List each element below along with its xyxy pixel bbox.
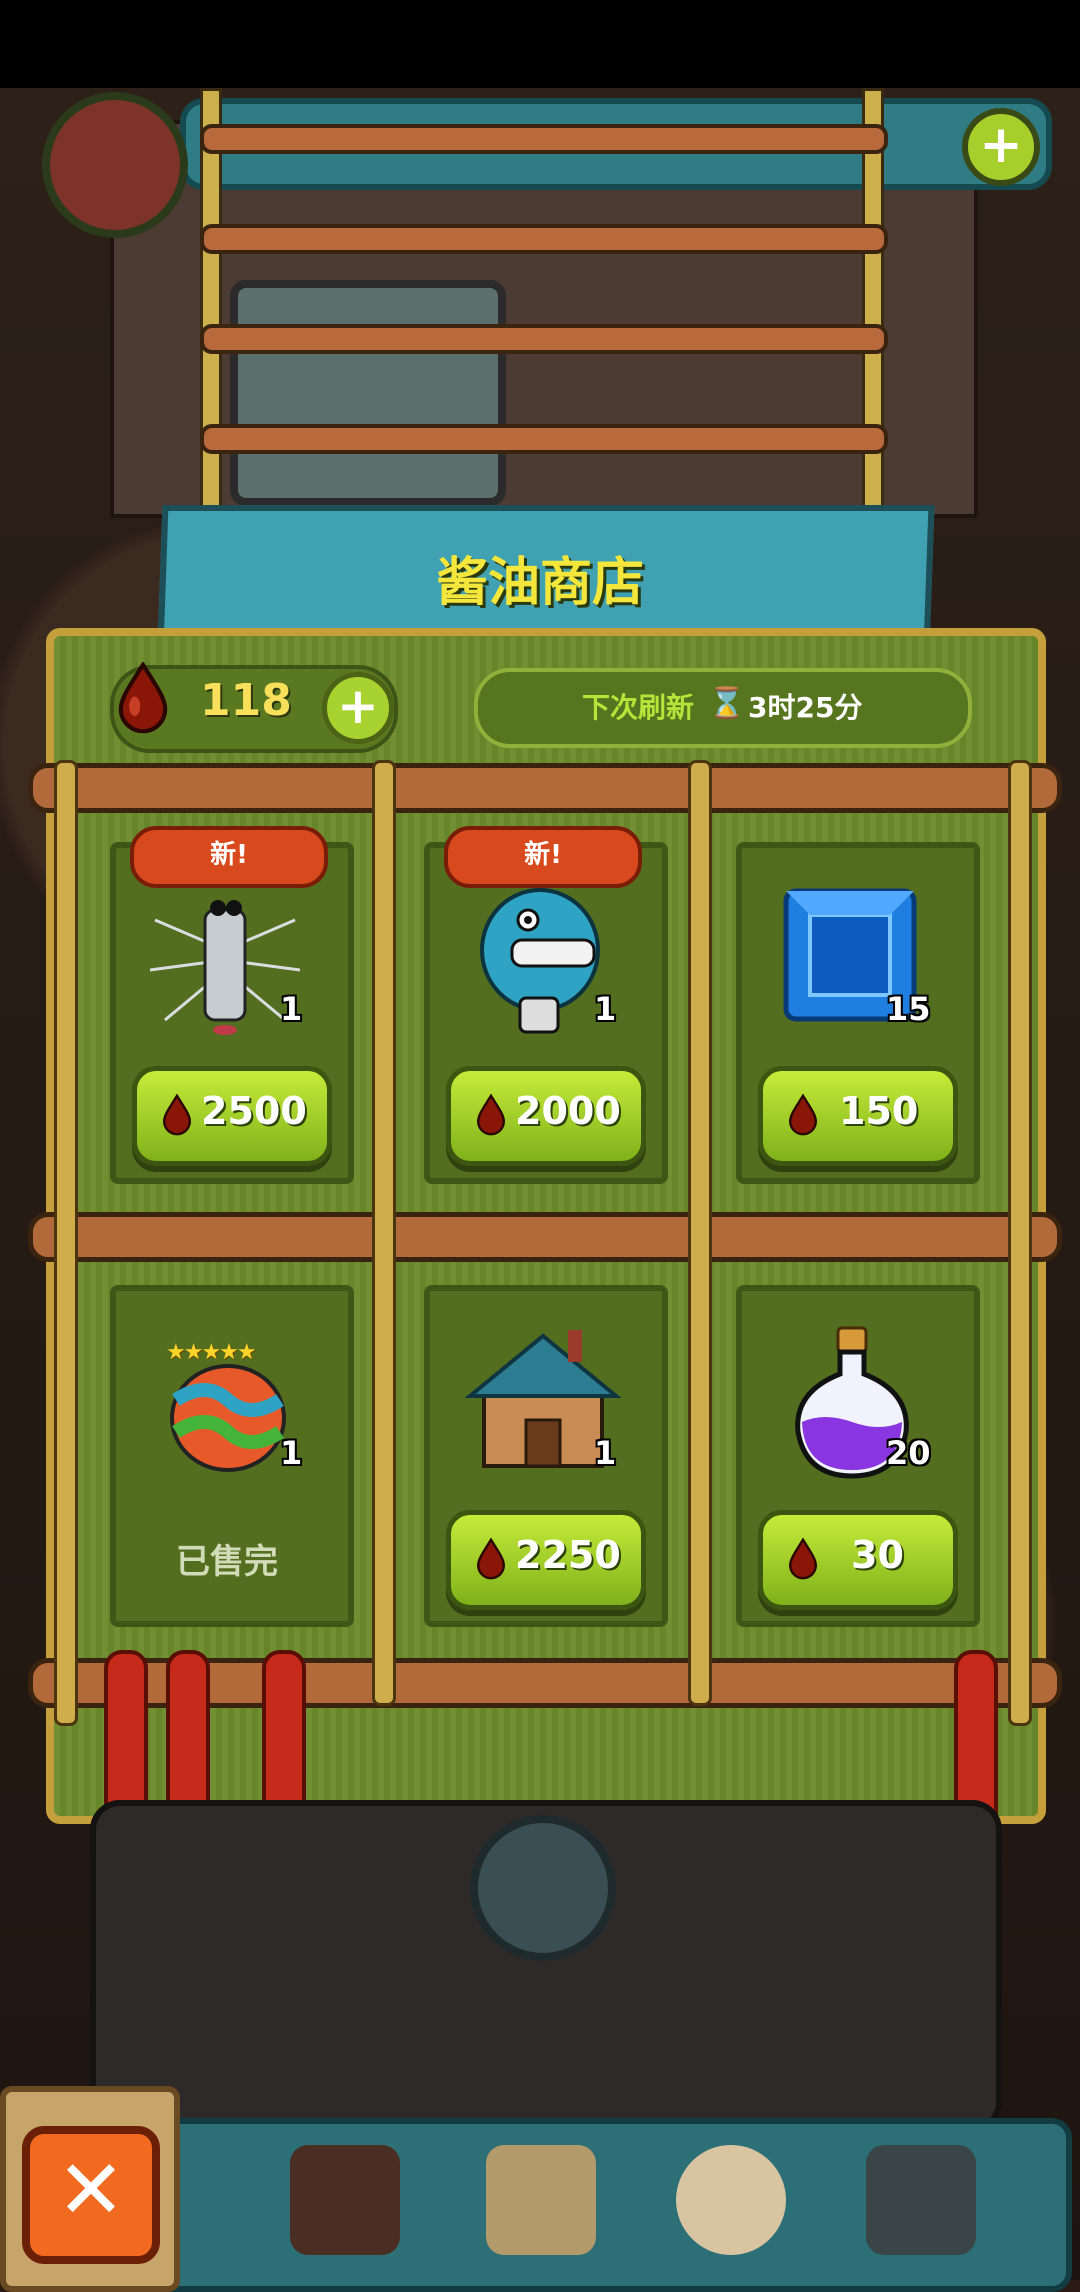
currency-amount: 118 (200, 675, 292, 726)
shelf-post (54, 760, 78, 1726)
item-quantity: 1 (594, 990, 617, 1028)
soy-drop-icon (476, 1537, 506, 1580)
gear-icon (470, 1815, 616, 1961)
item-quantity: 20 (886, 1434, 931, 1472)
spiky-monster-icon (150, 900, 300, 1035)
ladder-rung (200, 224, 888, 254)
fish-monster-icon (480, 888, 600, 1034)
price-label: 2250 (515, 1533, 621, 1577)
egg-icon (170, 1364, 286, 1472)
item-quantity: 15 (886, 990, 931, 1028)
background-window (230, 280, 506, 506)
coin-bag-icon[interactable] (676, 2145, 786, 2255)
player-avatar[interactable] (42, 92, 188, 238)
refresh-label: 下次刷新 (582, 691, 695, 724)
grid-menu-icon[interactable] (866, 2145, 976, 2255)
item-quantity: 1 (594, 1434, 617, 1472)
hourglass-icon: ⌛ (708, 686, 746, 721)
buy-button[interactable]: 2500 (132, 1066, 332, 1166)
book-icon[interactable] (486, 2145, 596, 2255)
shelf-beam (28, 1212, 1062, 1262)
sold-out-label: 已售完 (176, 1542, 278, 1582)
item-quantity: 1 (280, 1434, 303, 1472)
close-button[interactable]: ✕ (22, 2126, 160, 2264)
price-label: 2000 (515, 1089, 621, 1133)
monster-dock-icon[interactable] (290, 2145, 400, 2255)
price-label: 2500 (201, 1089, 307, 1133)
refresh-time: 3时25分 (748, 691, 863, 724)
shelf-post (1008, 760, 1032, 1726)
soy-drop-icon (788, 1537, 818, 1580)
shelf-post (372, 760, 396, 1706)
add-currency-button[interactable]: + (322, 672, 394, 744)
shop-title: 酱油商店 (435, 553, 644, 613)
shelf-beam (28, 763, 1062, 813)
shelf-post (688, 760, 712, 1706)
ladder-rung (200, 424, 888, 454)
hud-plus-button[interactable]: + (962, 108, 1040, 186)
status-bar (0, 0, 1080, 88)
soy-drop-icon (118, 662, 168, 734)
buy-button[interactable]: 150 (758, 1066, 958, 1166)
new-badge: 新! (444, 826, 642, 888)
item-quantity: 1 (280, 990, 303, 1028)
new-badge: 新! (130, 826, 328, 888)
ladder-rung (200, 324, 888, 354)
soy-drop-icon (476, 1093, 506, 1136)
buy-button[interactable]: 2250 (446, 1510, 646, 1610)
buy-button[interactable]: 30 (758, 1510, 958, 1610)
price-label: 150 (839, 1089, 919, 1133)
buy-button[interactable]: 2000 (446, 1066, 646, 1166)
ladder-rung (200, 124, 888, 154)
soy-drop-icon (162, 1093, 192, 1136)
soy-drop-icon (788, 1093, 818, 1136)
price-label: 30 (851, 1533, 904, 1577)
